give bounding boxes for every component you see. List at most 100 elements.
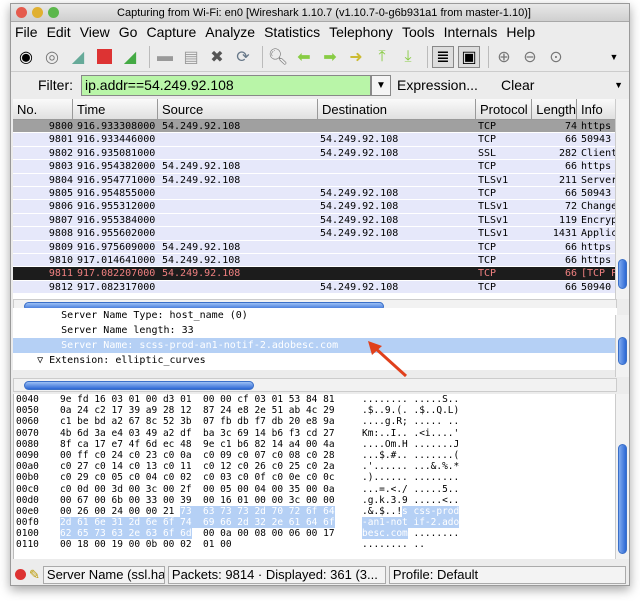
cell-protocol: TLSv1 [478, 201, 509, 213]
expression-button[interactable]: Expression... [397, 77, 497, 93]
go-to-packet-icon[interactable]: ➜ [345, 46, 367, 68]
menu-go[interactable]: Go [119, 24, 138, 40]
ascii-run: .'...... ...&.%.* [362, 461, 460, 473]
menu-view[interactable]: View [80, 24, 110, 40]
hex-ascii: ....Om.H .......J [362, 439, 482, 450]
hex-ascii: ....g.R; ..... .. [362, 416, 482, 427]
zoom-button[interactable] [48, 7, 59, 18]
close-file-icon[interactable]: ✖ [206, 46, 228, 68]
menu-analyze[interactable]: Analyze [205, 24, 255, 40]
menu-telephony[interactable]: Telephony [329, 24, 393, 40]
table-row[interactable]: 9803 916.954382000 54.249.92.108 TCP 66 https [13, 160, 617, 174]
menu-capture[interactable]: Capture [146, 24, 196, 40]
bytes-scrollbar[interactable] [615, 394, 629, 559]
table-row[interactable]: 9808 916.955602000 54.249.92.108 TLSv1 1431 A… [13, 227, 617, 241]
table-row[interactable]: 9812 917.082317000 54.249.92.108 TCP 66 50940 [13, 280, 617, 295]
zoom-out-icon[interactable]: ⊖ [519, 46, 541, 68]
filter-input[interactable]: ip.addr==54.249.92.108 [81, 74, 371, 96]
hex-byte-run: 00 ff c0 24 c0 23 c0 0a c0 09 c0 07 c0 0… [60, 449, 335, 461]
details-scrollbar[interactable] [615, 315, 629, 377]
table-row[interactable]: 9801 916.933446000 54.249.92.108 TCP 66 50943 [13, 133, 617, 147]
hex-bytes: 4b 6d 3a e4 03 49 a2 df ba 3c 69 14 b6 f… [60, 428, 362, 439]
start-capture-icon[interactable]: ◢ [67, 46, 89, 68]
cell-time: 916.955602000 [77, 228, 156, 240]
hex-row: 0080 8f ca 17 e7 4f 6d ec 48 9e c1 b6 82 … [14, 439, 617, 450]
hex-ascii: Km:..I.. .<i....' [362, 428, 482, 439]
column-header-protocol[interactable]: Protocol [476, 99, 532, 119]
autoscroll-icon[interactable]: ▣ [458, 45, 480, 68]
cell-protocol: TCP [478, 254, 497, 266]
colorize-icon[interactable]: ≣ [432, 45, 454, 68]
last-packet-icon[interactable]: ⤓ [397, 46, 419, 68]
close-button[interactable] [16, 7, 27, 18]
hex-offset: 0080 [16, 438, 39, 450]
table-row[interactable]: 9802 916.935081000 54.249.92.108 SSL 282 Clie… [13, 146, 617, 161]
zoom-in-icon[interactable]: ⊕ [493, 46, 515, 68]
title-bar: Capturing from Wi-Fi: en0 [Wireshark 1.1… [11, 4, 629, 22]
open-file-icon[interactable]: ▬ [154, 46, 176, 68]
cell-no: 9806 [48, 201, 73, 213]
table-row[interactable]: 9805 916.954855000 54.249.92.108 TCP 66 50943 [13, 186, 617, 201]
ascii-run: .)...... ........ [362, 472, 460, 484]
column-header-destination[interactable]: Destination [318, 99, 476, 119]
save-file-icon[interactable]: ▤ [180, 46, 202, 68]
status-profile[interactable]: Profile: Default [388, 565, 626, 584]
first-packet-icon[interactable]: ⤒ [371, 46, 393, 68]
cell-length: 66 [564, 268, 577, 280]
column-header-length[interactable]: Length [532, 99, 577, 119]
ascii-run: .&.$..! [362, 505, 403, 517]
column-header-time[interactable]: Time [73, 99, 158, 119]
clear-button[interactable]: Clear [501, 77, 534, 93]
expert-info-icon[interactable] [15, 569, 26, 580]
back-icon[interactable]: ⬅ [293, 46, 315, 68]
toolbar-overflow-icon[interactable]: ▼ [603, 46, 625, 68]
tree-item[interactable]: ▽ Extension: elliptic_curves [13, 353, 617, 368]
cell-protocol: TCP [478, 161, 497, 173]
table-row[interactable]: 9806 916.955312000 54.249.92.108 TLSv1 72 Cha… [13, 200, 617, 214]
hex-byte-run: 00 67 00 6b 00 33 00 39 00 16 01 00 00 3… [60, 494, 335, 506]
hex-byte-run: 00 18 00 19 00 0b 00 02 01 00 [60, 539, 232, 551]
zoom-normal-icon[interactable]: ⊙ [545, 46, 567, 68]
packet-list-scrollbar[interactable] [615, 99, 629, 299]
column-header-source[interactable]: Source [158, 99, 318, 119]
filter-overflow-icon[interactable]: ▼ [614, 80, 623, 90]
options-icon[interactable]: ◎ [41, 46, 63, 68]
tree-item[interactable]: Server Name: scss-prod-an1-notif-2.adobe… [13, 338, 617, 353]
hex-bytes: 0a 24 c2 17 39 a9 28 12 87 24 e8 2e 51 a… [60, 405, 362, 416]
cell-info: 50943 [581, 187, 612, 199]
minimize-button[interactable] [32, 7, 43, 18]
menu-internals[interactable]: Internals [444, 24, 498, 40]
reload-icon[interactable]: ⟳ [232, 46, 254, 68]
stop-capture-icon[interactable] [93, 46, 115, 68]
filter-dropdown-icon[interactable]: ▼ [371, 74, 391, 96]
cell-length: 66 [564, 281, 577, 293]
hex-offset: 0090 [16, 449, 39, 461]
cell-info: Applic [581, 228, 617, 240]
cell-no: 9802 [48, 147, 73, 159]
restart-capture-icon[interactable]: ◢ [119, 46, 141, 68]
interfaces-icon[interactable]: ◉ [15, 46, 37, 68]
tree-item[interactable]: Server Name Type: host_name (0) [13, 308, 617, 323]
table-row[interactable]: 9811 917.082207000 54.249.92.108 TCP 66 [TCP … [13, 267, 617, 281]
find-icon[interactable]: 🔍︎ [267, 46, 289, 68]
menu-statistics[interactable]: Statistics [264, 24, 320, 40]
table-row[interactable]: 9807 916.955384000 54.249.92.108 TLSv1 119 En… [13, 213, 617, 228]
table-row[interactable]: 9804 916.954771000 54.249.92.108 TLSv1 211 Se… [13, 173, 617, 187]
menu-tools[interactable]: Tools [402, 24, 435, 40]
details-hscrollbar[interactable] [13, 378, 617, 392]
tree-item[interactable]: Server Name length: 33 [13, 323, 617, 338]
table-row[interactable]: 9800 916.933308000 54.249.92.108 TCP 74 https [13, 120, 617, 134]
table-row[interactable]: 9810 917.014641000 54.249.92.108 TCP 66 https [13, 253, 617, 268]
menu-file[interactable]: File [15, 24, 38, 40]
menu-help[interactable]: Help [506, 24, 535, 40]
hex-row: 00e0 00 26 00 24 00 00 21 73 63 73 73 2d … [14, 505, 617, 517]
capture-comment-icon[interactable]: ✎ [29, 567, 40, 583]
cell-source: 54.249.92.108 [162, 254, 241, 266]
column-header-info[interactable]: Info [577, 99, 617, 119]
menu-edit[interactable]: Edit [47, 24, 71, 40]
table-row[interactable]: 9809 916.975609000 54.249.92.108 TCP 66 https [13, 240, 617, 254]
column-header-no[interactable]: No. [13, 99, 73, 119]
ascii-run: besc.com [362, 528, 408, 540]
tree-item[interactable]: Type: elliptic_curves (0x000a) [13, 368, 617, 370]
forward-icon[interactable]: ➡ [319, 46, 341, 68]
